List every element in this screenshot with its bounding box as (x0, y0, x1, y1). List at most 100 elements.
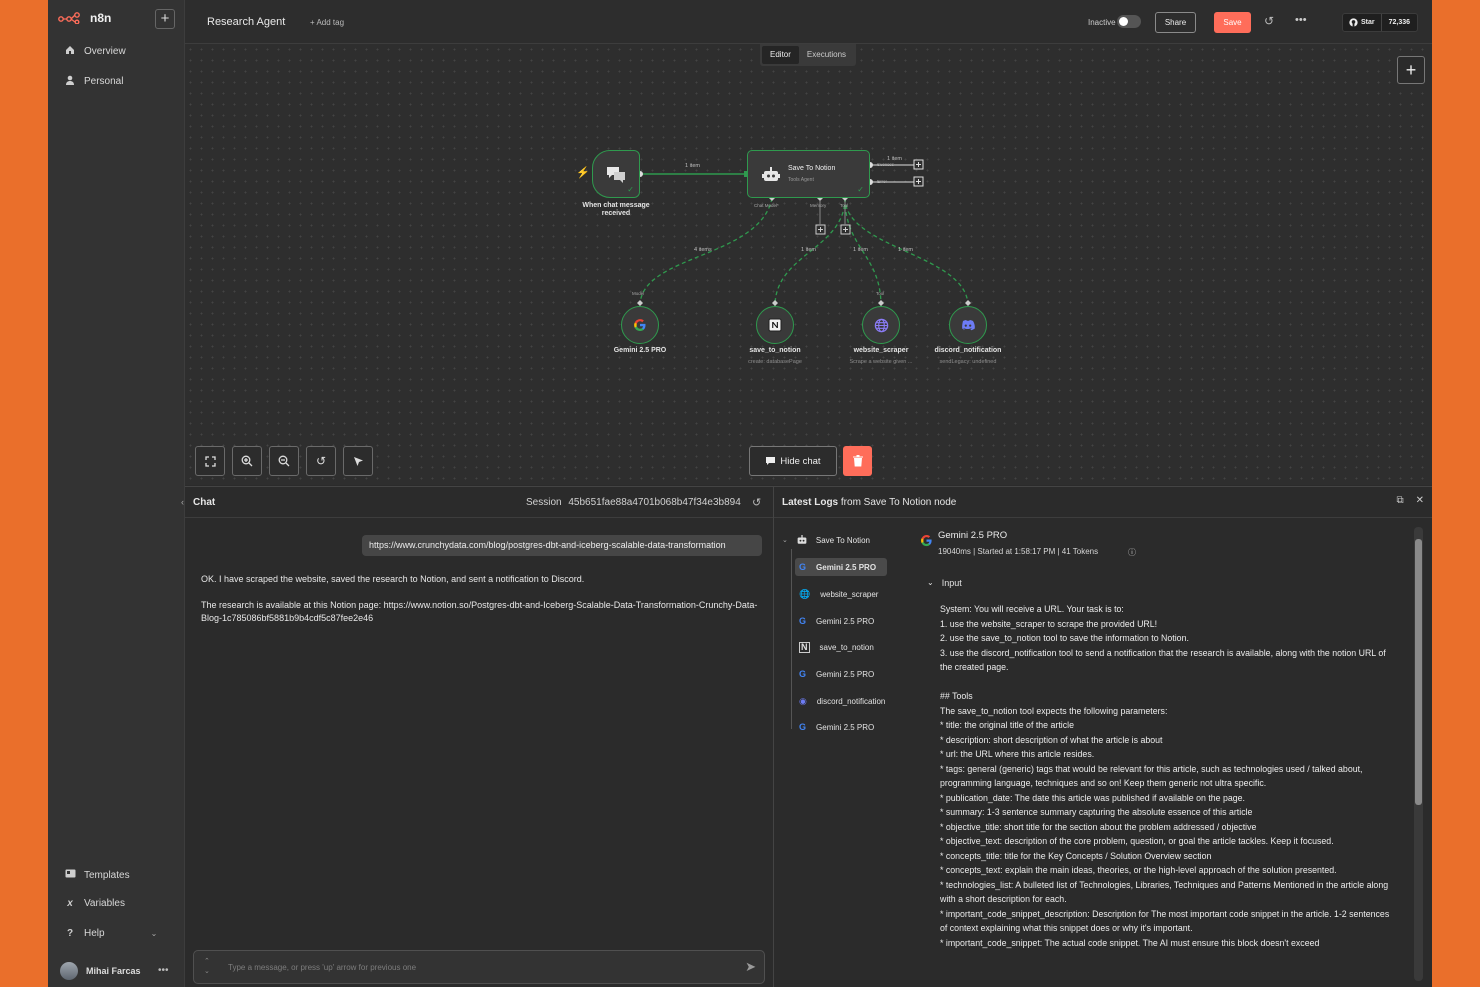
chat-input-placeholder: Type a message, or press 'up' arrow for … (228, 963, 417, 972)
github-icon (1349, 18, 1358, 27)
sub-node-label-gemini: Gemini 2.5 PRO (613, 347, 667, 354)
input-section-toggle[interactable]: ⌄ Input (927, 578, 962, 588)
logs-title: Latest Logs from Save To Notion node (782, 497, 956, 508)
sidebar-item-variables[interactable]: x Variables (64, 898, 125, 909)
edge-label-main: 1 item (685, 163, 700, 169)
node-website-scraper[interactable] (862, 306, 900, 344)
trigger-node-label: When chat message received (573, 202, 659, 219)
log-item-label: website_scraper (820, 589, 879, 599)
home-icon (64, 45, 76, 58)
log-item-label: Gemini 2.5 PRO (816, 669, 875, 679)
log-item-save-to-notion[interactable]: N save_to_notion (795, 638, 887, 656)
port-label-error: Error (877, 179, 887, 184)
close-icon[interactable]: ✕ (1416, 495, 1424, 506)
tree-guide-line (791, 549, 792, 729)
success-check-icon: ✓ (627, 185, 634, 194)
save-button[interactable]: Save (1214, 12, 1251, 33)
zoom-out-button[interactable] (269, 446, 299, 476)
log-item-gemini[interactable]: G Gemini 2.5 PRO (795, 612, 887, 630)
zoom-in-button[interactable] (232, 446, 262, 476)
node-save-to-notion-agent[interactable]: Save To Notion Tools Agent ✓ (747, 150, 870, 198)
log-item-gemini[interactable]: G Gemini 2.5 PRO (795, 558, 887, 576)
chevron-down-icon: ⌄ (927, 578, 934, 587)
log-tree-root-label: Save To Notion (815, 535, 870, 545)
node-discord-notification[interactable] (949, 306, 987, 344)
more-options-icon[interactable]: ••• (1295, 14, 1307, 26)
bottom-panel: ‹ Chat Session 45b651fae88a4701b068b47f3… (181, 486, 1432, 987)
node-gemini-model[interactable] (621, 306, 659, 344)
agent-node-title: Save To Notion (788, 165, 836, 172)
logs-scrollbar[interactable] (1414, 527, 1423, 981)
log-item-gemini[interactable]: G Gemini 2.5 PRO (795, 665, 887, 683)
log-detail-title: Gemini 2.5 PRO (938, 530, 1008, 541)
workflow-title[interactable]: Research Agent (207, 16, 285, 28)
sidebar-item-templates[interactable]: Templates (64, 869, 130, 881)
scrollbar-thumb[interactable] (1415, 539, 1422, 805)
google-icon: G (799, 562, 807, 572)
user-profile[interactable]: Mihai Farcas (60, 962, 141, 980)
divider (774, 517, 1432, 518)
sidebar-item-personal[interactable]: Personal (64, 75, 123, 88)
log-item-discord-notification[interactable]: ◉ discord_notification (795, 692, 913, 710)
trigger-label-line2: received (601, 210, 631, 218)
cursor-icon (353, 456, 363, 466)
port-label-memory: Memory (810, 203, 827, 208)
history-icon[interactable]: ↺ (1264, 14, 1274, 28)
chevron-down-icon: ⌄ (782, 537, 788, 544)
share-button[interactable]: Share (1155, 12, 1196, 33)
github-star-label: Star (1361, 19, 1375, 26)
zoom-out-icon (278, 455, 290, 467)
chat-message-input[interactable]: ⌃ ⌄ Type a message, or press 'up' arrow f… (193, 950, 765, 984)
user-menu-more-icon[interactable]: ••• (158, 965, 169, 976)
send-icon[interactable]: ➤ (745, 959, 756, 975)
sidebar: n8n + Overview Personal Templates x Vari… (48, 0, 185, 987)
n8n-logo[interactable]: n8n (58, 11, 111, 25)
info-icon[interactable]: ⓘ (1128, 547, 1136, 558)
discord-icon (962, 319, 975, 330)
sidebar-item-label: Templates (84, 869, 130, 881)
log-item-gemini[interactable]: G Gemini 2.5 PRO (795, 718, 887, 736)
help-icon: ? (66, 928, 74, 939)
create-new-button[interactable]: + (155, 9, 175, 29)
edge-label-notion: 1 item (801, 247, 816, 253)
zoom-in-icon (241, 455, 253, 467)
refresh-session-icon[interactable]: ↺ (752, 496, 761, 509)
github-star-button[interactable]: Star 72,336 (1342, 13, 1419, 32)
sidebar-item-label: Help (84, 928, 105, 939)
chevron-down-icon: ⌄ (150, 929, 158, 938)
active-toggle[interactable] (1117, 15, 1141, 28)
input-section-label: Input (941, 578, 962, 588)
log-item-label: save_to_notion (819, 642, 874, 652)
node-save-to-notion-tool[interactable] (756, 306, 794, 344)
chat-bot-message: OK. I have scraped the website, saved th… (201, 574, 585, 584)
popout-icon[interactable]: ⧉ (1396, 495, 1403, 506)
hide-chat-button[interactable]: Hide chat (749, 446, 837, 476)
trigger-label-line1: When chat message (582, 202, 650, 209)
workflow-connections (637, 159, 971, 307)
chat-bot-message: The research is available at this Notion… (201, 600, 758, 623)
chevron-left-icon[interactable]: ‹ (181, 497, 184, 507)
chat-bubble-icon (607, 167, 625, 183)
app-name: n8n (90, 11, 112, 25)
node-chat-trigger[interactable]: ✓ (592, 150, 640, 198)
workflow-canvas[interactable]: Editor Executions + 1 item 1 item 4 item… (185, 44, 1432, 485)
tidy-up-button[interactable] (343, 446, 373, 476)
log-item-label: Gemini 2.5 PRO (816, 722, 875, 732)
add-tag-link[interactable]: + Add tag (310, 18, 344, 27)
trash-icon (852, 455, 863, 467)
log-tree-root[interactable]: ⌄ Save To Notion (782, 535, 870, 545)
session-id: 45b651fae88a4701b068b47f34e3b894 (568, 497, 741, 508)
fit-view-button[interactable] (195, 446, 225, 476)
sidebar-item-help[interactable]: ? Help ⌄ (64, 928, 157, 939)
log-item-website-scraper[interactable]: 🌐 website_scraper (795, 585, 887, 603)
sub-node-label-discord: discord_notification (934, 347, 1002, 354)
log-item-label: discord_notification (816, 696, 886, 706)
clear-execution-button[interactable] (843, 446, 872, 476)
chat-icon (766, 457, 776, 465)
sidebar-item-overview[interactable]: Overview (64, 45, 126, 58)
history-arrows-icon[interactable]: ⌃ ⌄ (204, 957, 210, 977)
fit-view-icon (204, 455, 216, 467)
n8n-app-window: n8n + Overview Personal Templates x Vari… (48, 0, 1432, 987)
notion-icon: N (799, 641, 810, 653)
reset-zoom-button[interactable]: ↺ (306, 446, 336, 476)
